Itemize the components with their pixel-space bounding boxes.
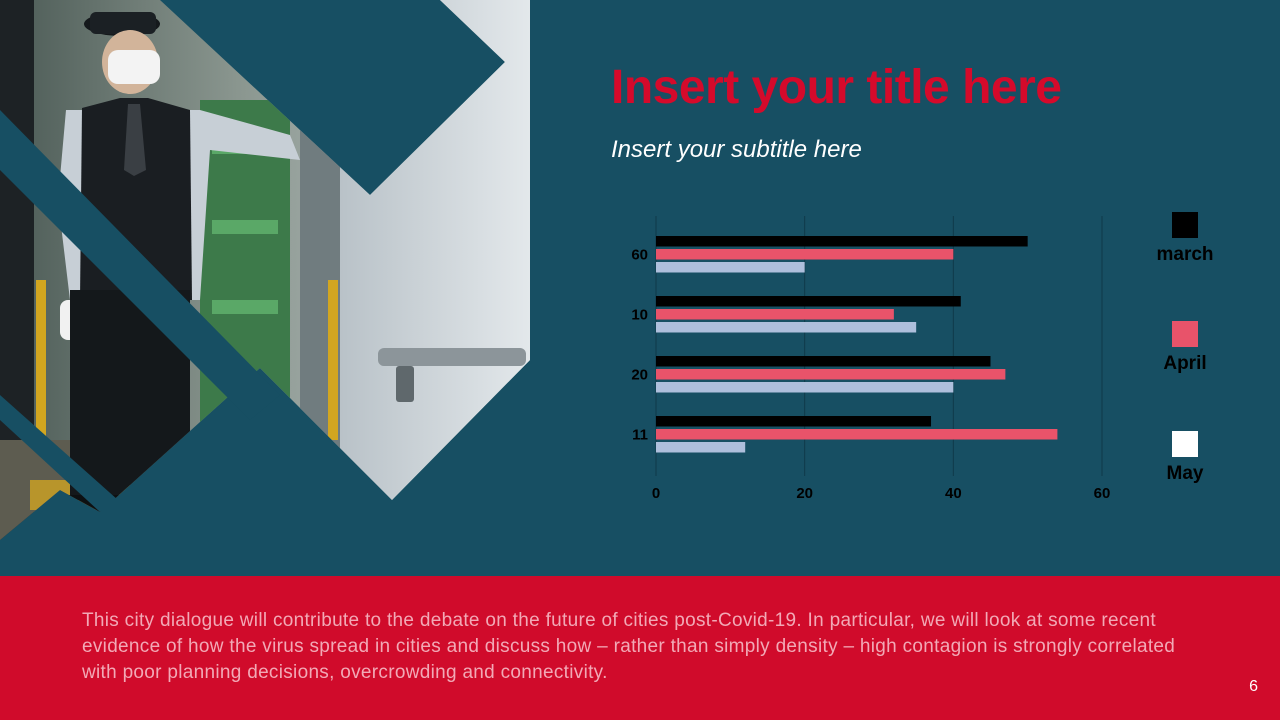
- bar-april-10: [656, 309, 894, 320]
- bar-april-20: [656, 369, 1006, 380]
- y-tick-label: 10: [631, 306, 648, 323]
- bar-chart: 0 20 40 60 60 10 20 11: [631, 216, 1111, 502]
- bar-march-20: [656, 356, 991, 367]
- slide-title: Insert your title here: [611, 61, 1062, 114]
- legend-item-march: march: [1140, 212, 1230, 266]
- legend-label: May: [1166, 463, 1204, 484]
- legend-swatch: [1172, 431, 1198, 457]
- slide: Insert your title here Insert your subti…: [0, 0, 1280, 720]
- x-tick-label: 20: [796, 485, 813, 502]
- legend-item-may: May: [1140, 431, 1230, 485]
- bar-may-11: [656, 442, 746, 453]
- station-conductor-photo: [0, 0, 530, 540]
- y-tick-label: 60: [631, 246, 648, 263]
- bar-april-11: [656, 429, 1058, 440]
- bar-april-60: [656, 249, 954, 260]
- x-tick-label: 40: [945, 485, 962, 502]
- bar-march-11: [656, 416, 932, 427]
- bar-may-20: [656, 382, 954, 393]
- legend-item-april: April: [1140, 321, 1230, 375]
- photo-collage: [0, 0, 530, 576]
- footer-band: This city dialogue will contribute to th…: [0, 576, 1280, 720]
- bar-march-10: [656, 296, 961, 307]
- page-number: 6: [1249, 678, 1258, 695]
- x-tick-label: 60: [1094, 485, 1111, 502]
- x-tick-label: 0: [652, 485, 660, 502]
- y-tick-label: 11: [632, 426, 648, 443]
- bar-may-10: [656, 322, 917, 333]
- legend-label: march: [1156, 244, 1214, 265]
- legend-swatch: [1172, 321, 1198, 347]
- bar-may-60: [656, 262, 805, 273]
- body-text: This city dialogue will contribute to th…: [82, 610, 1176, 683]
- legend-swatch: [1172, 212, 1198, 238]
- y-tick-label: 20: [631, 366, 648, 383]
- slide-subtitle: Insert your subtitle here: [611, 136, 862, 163]
- legend-label: April: [1163, 353, 1207, 374]
- bar-march-60: [656, 236, 1028, 247]
